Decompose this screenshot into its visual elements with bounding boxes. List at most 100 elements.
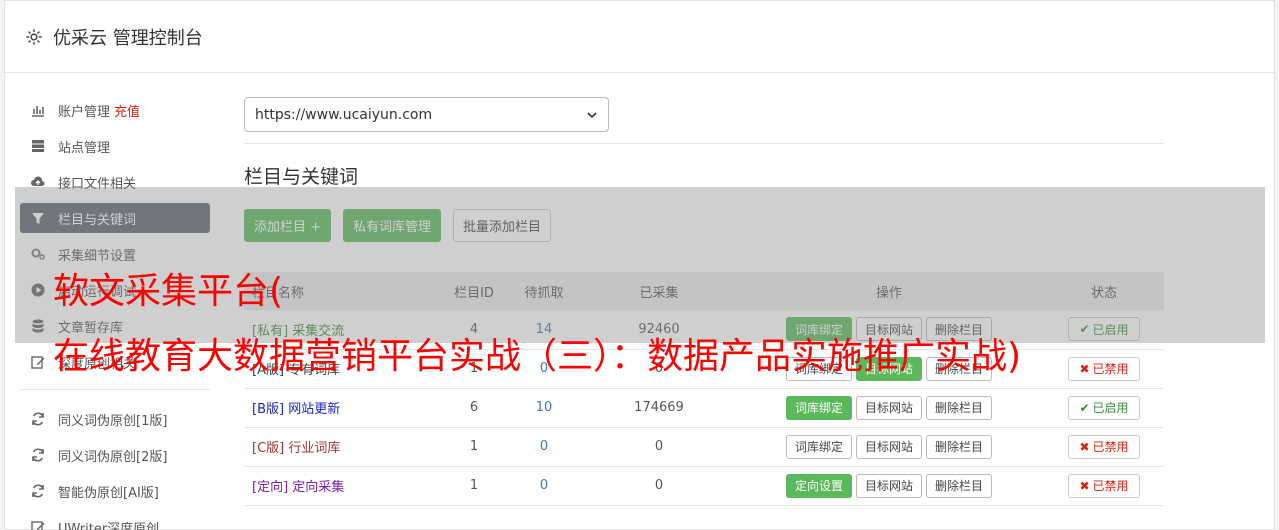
- status-toggle[interactable]: ✖ 已禁用: [1068, 434, 1140, 459]
- collected-count-cell: 0: [654, 478, 664, 493]
- status-cell: ✔ 已启用: [1044, 388, 1164, 427]
- sidebar-item-main-1[interactable]: 站点管理: [20, 131, 210, 161]
- sidebar-item-label: 采集细节设置: [58, 248, 137, 264]
- sidebar-item-tool-2[interactable]: 智能伪原创[AI版]: [20, 476, 210, 506]
- refresh-icon: [30, 447, 46, 463]
- sidebar-item-tool-3[interactable]: UWriter深度原创: [20, 512, 210, 530]
- close-icon: ✖: [1079, 478, 1090, 493]
- refresh-icon: [30, 411, 46, 427]
- column-name-link[interactable]: [B版] 网站更新: [252, 402, 340, 417]
- play-circle-icon: [30, 282, 46, 298]
- column-id-cell: 1: [469, 478, 479, 493]
- table-header: 栏目名称 栏目ID 待抓取 已采集 操作 状态: [244, 272, 1164, 310]
- operations-cell: 定向设置 目标网站 删除栏目: [734, 466, 1044, 505]
- status-label: 已禁用: [1092, 440, 1129, 454]
- column-id-cell: 1: [469, 439, 479, 454]
- status-toggle[interactable]: ✔ 已启用: [1068, 317, 1140, 342]
- status-cell: ✖ 已禁用: [1044, 466, 1164, 505]
- target-site-button[interactable]: 目标网站: [855, 395, 922, 420]
- database-icon: [30, 318, 46, 334]
- watermark-line-2: 在线教育大数据营销平台实战（三）：数据产品实施推广实战): [53, 336, 1022, 377]
- col-header-id: 栏目ID: [454, 285, 494, 301]
- status-label: 已禁用: [1092, 362, 1129, 376]
- sidebar-divider: [20, 389, 210, 390]
- lexicon-bind-button[interactable]: 定向设置: [785, 473, 852, 498]
- watermark-line-1: 软文采集平台(: [53, 271, 284, 312]
- delete-column-button[interactable]: 删除栏目: [926, 395, 993, 420]
- close-icon: ✖: [1079, 439, 1090, 454]
- section-title: 栏目与关键词: [244, 166, 359, 188]
- filter-icon: [30, 210, 46, 226]
- bar-chart-icon: [30, 102, 46, 118]
- status-cell: ✔ 已启用: [1044, 310, 1164, 349]
- server-icon: [30, 138, 46, 154]
- site-select[interactable]: https://www.ucaiyun.com: [244, 97, 609, 132]
- add-column-button[interactable]: 添加栏目 +: [244, 209, 332, 242]
- col-header-status: 状态: [1090, 285, 1117, 301]
- page-title: 优采云 管理控制台: [53, 27, 203, 49]
- site-select-value: https://www.ucaiyun.com: [255, 106, 433, 123]
- check-icon: ✔: [1079, 400, 1090, 415]
- operations-group: 词库绑定 目标网站 删除栏目: [734, 395, 1044, 420]
- column-name-link[interactable]: [C版] 行业词库: [252, 441, 340, 456]
- status-label: 已启用: [1092, 401, 1129, 415]
- column-name-cell: [定向] 定向采集: [244, 466, 444, 505]
- edit-icon: [30, 354, 46, 370]
- column-name-link[interactable]: [定向] 定向采集: [252, 480, 344, 495]
- sidebar-item-label: 站点管理: [58, 140, 111, 156]
- lexicon-bind-button[interactable]: 词库绑定: [785, 395, 852, 420]
- column-name-cell: [C版] 行业词库: [244, 427, 444, 466]
- check-icon: ✔: [1079, 322, 1090, 337]
- status-cell: ✖ 已禁用: [1044, 427, 1164, 466]
- lexicon-bind-button[interactable]: 词库绑定: [785, 434, 852, 459]
- pending-count-cell[interactable]: 0: [504, 427, 584, 466]
- pending-count-cell[interactable]: 0: [504, 466, 584, 505]
- sidebar-item-label: 同义词伪原创[1版]: [58, 413, 168, 429]
- sidebar-item-tool-0[interactable]: 同义词伪原创[1版]: [20, 404, 210, 434]
- delete-column-button[interactable]: 删除栏目: [926, 434, 993, 459]
- status-toggle[interactable]: ✔ 已启用: [1068, 395, 1140, 420]
- col-header-pending: 待抓取: [524, 285, 564, 301]
- private-lib-button[interactable]: 私有词库管理: [343, 209, 442, 242]
- table-row: [C版] 行业词库 1 0 0 词库绑定 目标网站 删除栏目 ✖ 已禁用: [244, 427, 1164, 466]
- target-site-button[interactable]: 目标网站: [855, 434, 922, 459]
- column-table: 栏目名称 栏目ID 待抓取 已采集 操作 状态 [私有] 采集交流 4 14 9246…: [244, 272, 1164, 506]
- close-icon: ✖: [1079, 361, 1090, 376]
- table-row: [定向] 定向采集 1 0 0 定向设置 目标网站 删除栏目 ✖ 已禁用: [244, 466, 1164, 505]
- status-label: 已禁用: [1092, 479, 1129, 493]
- pending-count-cell[interactable]: 10: [504, 388, 584, 427]
- status-cell: ✖ 已禁用: [1044, 349, 1164, 388]
- operations-cell: 词库绑定 目标网站 删除栏目: [734, 427, 1044, 466]
- sidebar-item-main-2[interactable]: 接口文件相关: [20, 167, 210, 197]
- sidebar-item-label: 栏目与关键词: [58, 212, 137, 228]
- refresh-icon: [30, 483, 46, 499]
- sidebar-item-label: 账户管理: [58, 104, 111, 120]
- divider: [244, 143, 1164, 144]
- operations-group: 定向设置 目标网站 删除栏目: [734, 473, 1044, 498]
- sidebar-item-tool-1[interactable]: 同义词伪原创[2版]: [20, 440, 210, 470]
- collected-count-cell: 0: [654, 439, 664, 454]
- table-row: [B版] 网站更新 6 10 174669 词库绑定 目标网站 删除栏目 ✔ 已启用: [244, 388, 1164, 427]
- sidebar-item-main-0[interactable]: 账户管理 充值: [20, 95, 210, 125]
- sidebar-item-label: 智能伪原创[AI版]: [58, 485, 159, 501]
- gear-icon: [26, 28, 42, 45]
- recharge-link[interactable]: 充值: [114, 101, 140, 120]
- top-bar: 优采云 管理控制台: [5, 1, 1274, 73]
- target-site-button[interactable]: 目标网站: [855, 473, 922, 498]
- edit-icon: [30, 519, 46, 530]
- cogs-icon: [30, 246, 46, 262]
- batch-add-button[interactable]: 批量添加栏目: [453, 209, 552, 242]
- sidebar-item-label: UWriter深度原创: [58, 521, 160, 530]
- action-bar: 添加栏目 + 私有词库管理 批量添加栏目: [244, 209, 1164, 242]
- delete-column-button[interactable]: 删除栏目: [926, 473, 993, 498]
- cloud-upload-icon: [30, 174, 46, 190]
- col-header-ops: 操作: [875, 285, 902, 301]
- status-toggle[interactable]: ✖ 已禁用: [1068, 473, 1140, 498]
- chevron-down-icon: [587, 111, 597, 118]
- sidebar-item-label: 接口文件相关: [58, 176, 137, 192]
- operations-cell: 词库绑定 目标网站 删除栏目: [734, 388, 1044, 427]
- status-label: 已启用: [1092, 322, 1129, 337]
- operations-group: 词库绑定 目标网站 删除栏目: [734, 434, 1044, 459]
- sidebar-item-main-3[interactable]: 栏目与关键词: [20, 203, 210, 233]
- status-toggle[interactable]: ✖ 已禁用: [1068, 356, 1140, 381]
